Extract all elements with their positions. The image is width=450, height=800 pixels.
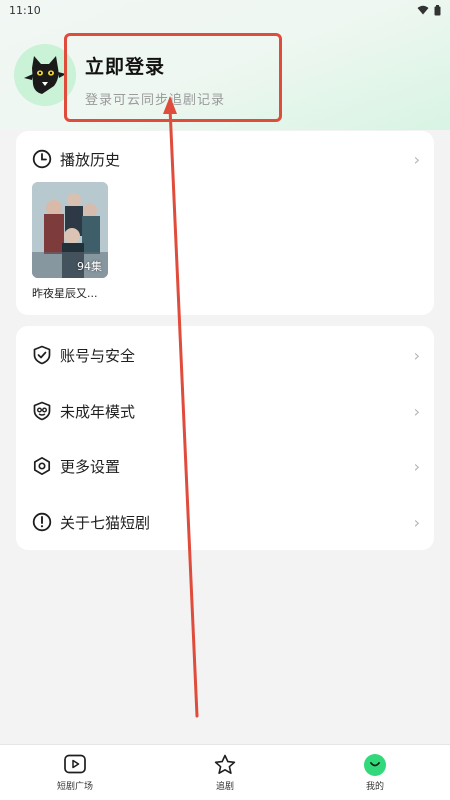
menu-item-youth-mode[interactable]: 未成年模式 › [32,396,420,426]
nav-item-drama-plaza[interactable]: 短剧广场 [0,745,150,800]
history-item-title[interactable]: 昨夜星辰又... [32,285,98,301]
chevron-right-icon: › [413,512,420,532]
status-bar: 11:10 [0,0,450,20]
me-smile-icon [364,753,386,776]
chevron-right-icon: › [413,401,420,421]
bottom-nav: 短剧广场 追剧 我的 [0,744,450,800]
clock-icon [32,149,52,169]
history-poster[interactable]: 94集 [32,182,108,278]
chevron-right-icon: › [413,149,420,169]
chevron-right-icon: › [413,345,420,365]
nav-item-follow[interactable]: 追剧 [150,745,300,800]
history-title: 播放历史 [60,150,121,169]
settings-hexagon-icon [33,456,51,476]
highlight-annotation-box [64,33,282,122]
info-circle-icon [32,512,52,532]
menu-item-about[interactable]: 关于七猫短剧 › [32,507,420,537]
menu-item-more-settings[interactable]: 更多设置 › [32,451,420,481]
menu-item-label: 账号与安全 [60,346,136,365]
battery-icon [434,4,441,15]
chevron-right-icon: › [413,456,420,476]
menu-item-label: 关于七猫短剧 [60,513,151,532]
settings-menu-card: 账号与安全 › 未成年模式 › 更多设置 › 关于七猫短剧 › [16,326,434,550]
play-square-icon [64,754,86,773]
shield-check-icon [33,345,51,365]
nav-label: 追剧 [215,781,234,792]
menu-item-label: 更多设置 [60,457,121,476]
history-header[interactable]: 播放历史 › [32,147,420,171]
history-card: 播放历史 › 94集 昨夜星辰又... [16,131,434,315]
nav-label: 我的 [365,781,384,792]
status-time: 11:10 [9,3,41,17]
youth-mode-icon [33,401,51,421]
menu-item-account-security[interactable]: 账号与安全 › [32,340,420,370]
star-icon [214,754,236,774]
nav-label: 短剧广场 [56,781,93,792]
nav-item-me[interactable]: 我的 [300,745,450,800]
episode-count: 94集 [77,260,102,273]
wifi-icon [417,5,429,15]
menu-item-label: 未成年模式 [60,402,136,421]
